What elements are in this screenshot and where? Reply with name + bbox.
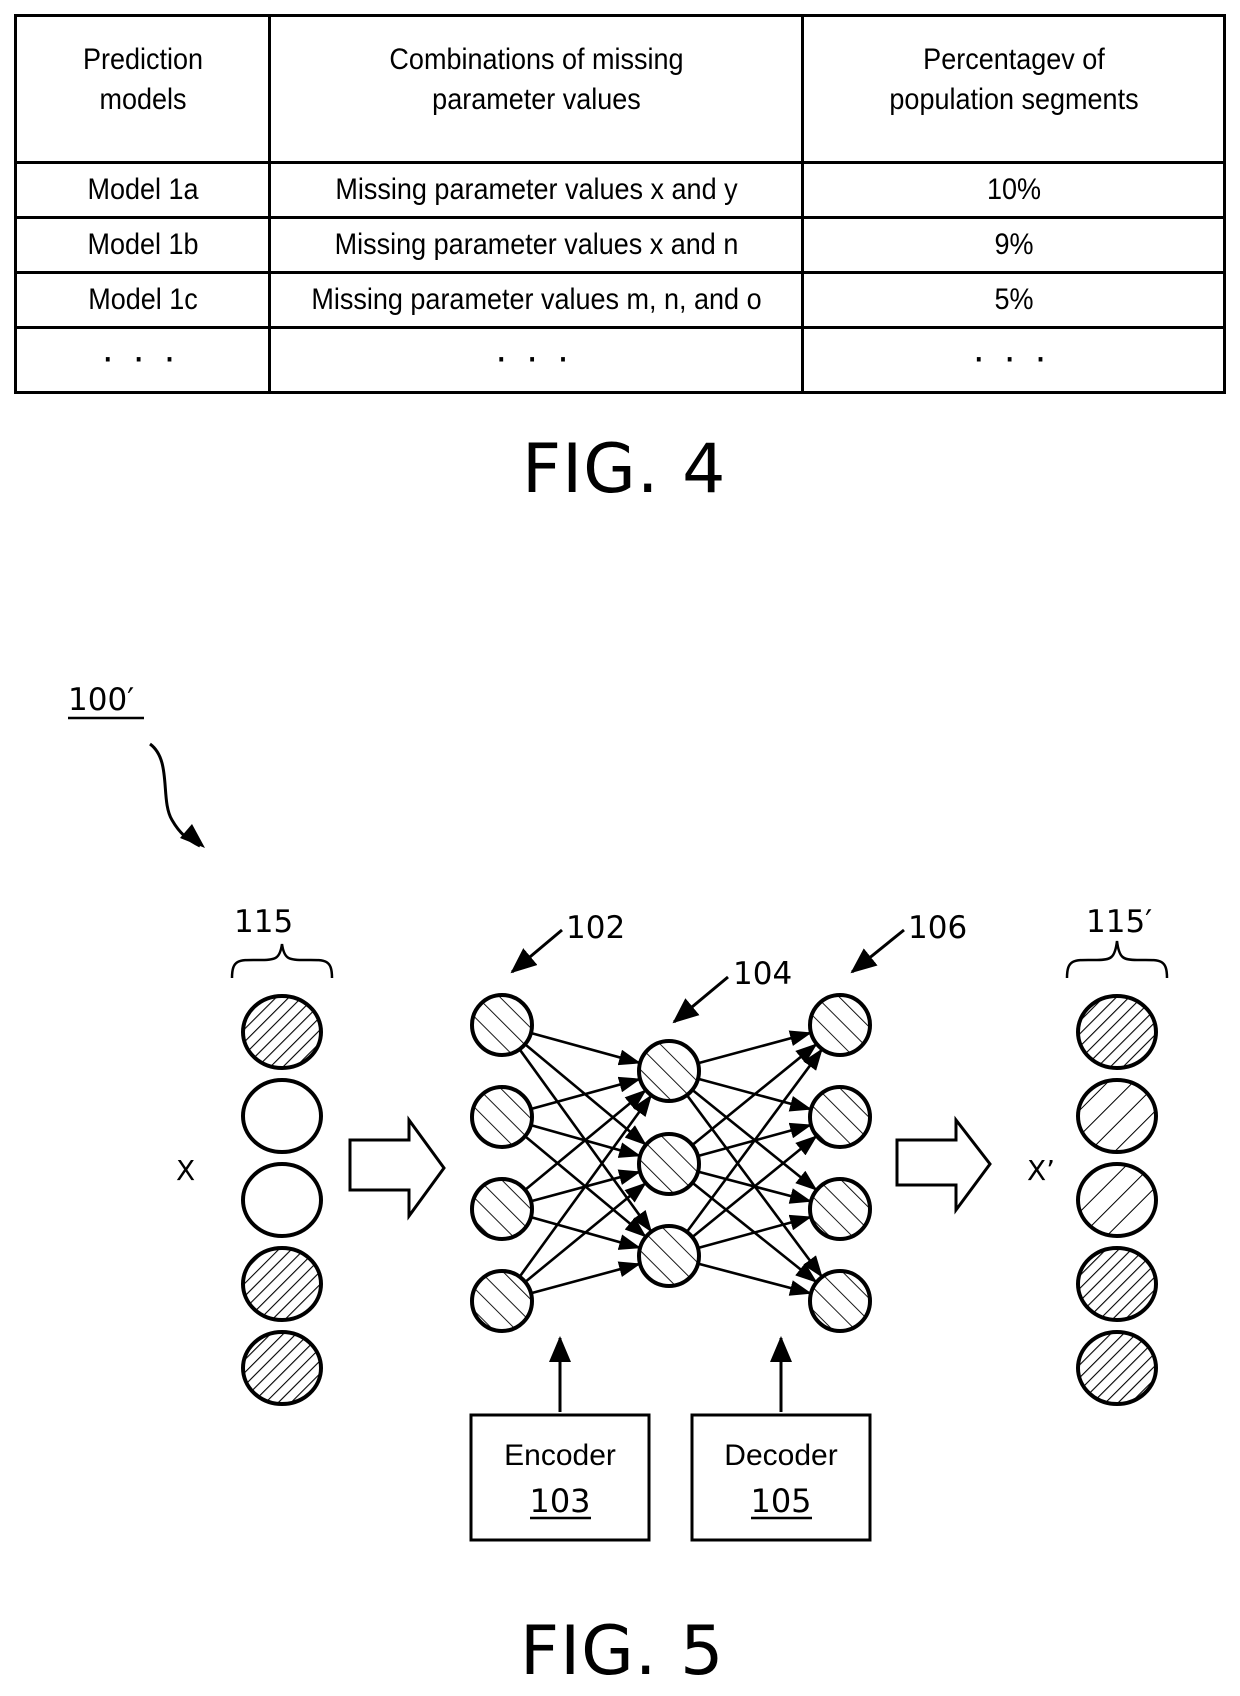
output-layer-node [808, 1085, 872, 1149]
input-layer-node [470, 993, 534, 1057]
input-node-missing [241, 1162, 323, 1238]
network-edge [530, 1076, 642, 1111]
output-layer-node [808, 1269, 872, 1333]
output-layer-node [808, 1177, 872, 1241]
output-node-column [1076, 994, 1158, 1406]
input-layer-ref-arrow [510, 928, 563, 974]
encoder-box [469, 1413, 651, 1542]
squiggle-arrowhead-icon [180, 824, 205, 848]
input-to-network-arrow-icon [348, 1115, 446, 1221]
encoder-ref: 103 [529, 1482, 590, 1520]
system-ref-label: 100′ [68, 682, 134, 718]
network-to-output-arrow-icon [895, 1115, 992, 1215]
network-edge [530, 1261, 641, 1295]
decoder-box [690, 1413, 872, 1542]
output-ref-label: 115′ [1086, 904, 1152, 940]
output-node-imputed [1076, 1078, 1158, 1154]
output-node-filled [1076, 994, 1158, 1070]
hidden-layer-ref-arrow [672, 975, 729, 1024]
fig5-diagram: 100′ 115 X 102 104 106 Encoder 103 Decod… [68, 682, 1169, 1542]
input-node-filled [241, 1246, 323, 1322]
input-ref-label: 115 [234, 904, 293, 940]
input-layer-node [470, 1269, 534, 1333]
hidden-layer-ref-label: 104 [733, 956, 792, 992]
fig5-caption: FIG. 5 [520, 1612, 725, 1691]
input-layer-node [470, 1085, 534, 1149]
output-x-label: X’ [1027, 1154, 1055, 1187]
input-node-filled [241, 994, 323, 1070]
encoder-label: Encoder [504, 1439, 616, 1472]
output-node-filled [1076, 1330, 1158, 1406]
input-node-filled [241, 1330, 323, 1406]
network-edge [697, 1262, 812, 1296]
input-x-label: X [176, 1154, 195, 1187]
output-node-filled [1076, 1246, 1158, 1322]
input-layer-node [470, 1177, 534, 1241]
output-brace [1065, 940, 1169, 979]
input-node-missing [241, 1078, 323, 1154]
network-edge [697, 1214, 813, 1250]
network-nodes [470, 993, 872, 1333]
input-layer-ref-label: 102 [566, 910, 625, 946]
output-node-imputed [1076, 1162, 1158, 1238]
hidden-layer-node [637, 1132, 701, 1196]
network-edge [697, 1030, 812, 1065]
hidden-layer-node [637, 1224, 701, 1288]
hidden-layer-node [637, 1039, 701, 1103]
network-edge [685, 1048, 823, 1233]
decoder-ref: 105 [750, 1482, 811, 1520]
output-layer-ref-arrow [850, 928, 905, 974]
decoder-label: Decoder [724, 1439, 837, 1472]
network-edge [518, 1094, 652, 1278]
input-node-column [241, 994, 323, 1406]
network-edge [530, 1031, 642, 1066]
output-layer-ref-label: 106 [908, 910, 967, 946]
input-brace [230, 943, 334, 979]
output-layer-node [808, 993, 872, 1057]
